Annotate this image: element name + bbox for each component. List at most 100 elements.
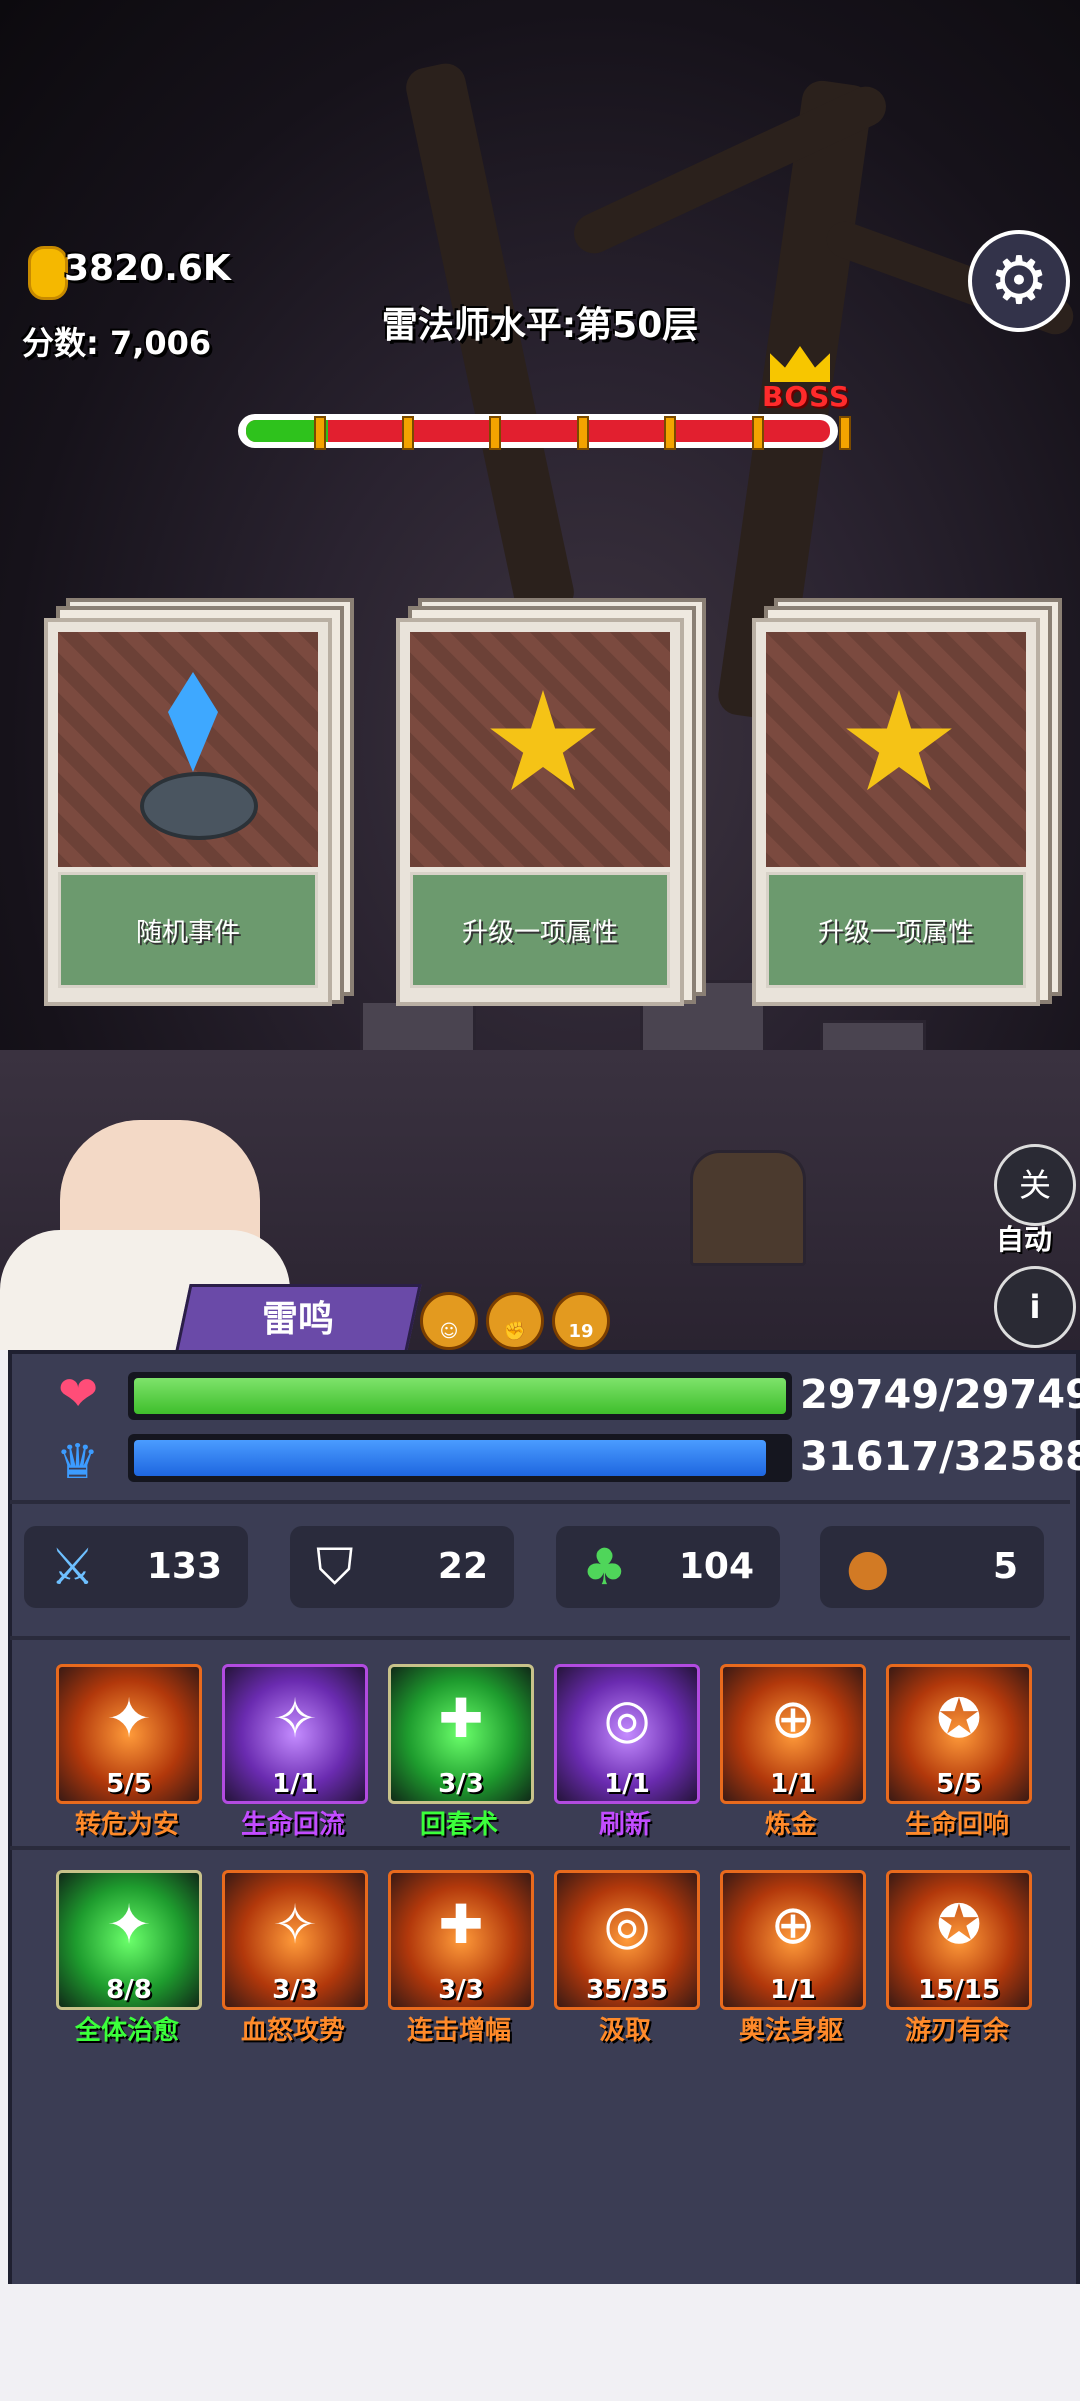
hero-name: 雷鸣 [261,1299,334,1340]
treasure-chest [690,1150,806,1266]
skill-name: 全体治愈 [74,2016,179,2046]
settings-gear-icon[interactable]: ⚙ [968,230,1070,332]
choice-card-random-event[interactable]: 随机事件 [44,598,354,1006]
skill-tile[interactable]: ✧ 3/3 [222,1870,368,2010]
progress-segment-marker [576,416,589,450]
skill-count: 3/3 [438,1975,484,2005]
progress-segment-marker [489,416,501,450]
score-label: 分数: [22,324,99,362]
skill-name: 汲取 [598,2016,651,2046]
buff-stack-icon[interactable]: 19 [552,1292,610,1350]
card-art [410,632,670,867]
score: 分数: 7,006 [22,318,211,364]
card-face: 升级一项属性 [752,618,1040,1006]
skill-icon: ✚ [438,1893,484,1956]
skill-name: 生命回响 [904,1810,1009,1840]
skill-icon: ✦ [106,1687,152,1750]
stat-value: 133 [146,1546,222,1587]
skill-name: 炼金 [764,1810,817,1840]
buff-person-icon[interactable]: ☺ [420,1292,478,1350]
skill-icon: ✚ [438,1687,484,1750]
hero-name-plate: 雷鸣 [174,1284,422,1356]
buff-fist-icon[interactable]: ✊ [486,1292,544,1350]
skill-tile[interactable]: ✪ 5/5 [886,1664,1032,1804]
auto-toggle-button[interactable]: 关 [994,1144,1076,1226]
card-face: 随机事件 [44,618,332,1006]
mana-icon: ♛ [56,1434,100,1490]
star-icon [846,690,952,791]
skill-count: 8/8 [106,1975,152,2005]
skill-count: 1/1 [604,1769,650,1799]
pedestal-icon [140,772,258,840]
level-title: 雷法师水平:第50层 [381,305,699,346]
skill-icon: ◎ [603,1893,651,1956]
skill-tile[interactable]: ✧ 1/1 [222,1664,368,1804]
hp-bar [128,1372,792,1420]
sword-icon: ⚔ [50,1538,95,1596]
heart-icon: ❤ [58,1366,99,1422]
progress-segment-marker [839,416,851,450]
auto-label: 自动 [996,1223,1053,1256]
stat-defense: ⛉ 22 [290,1526,514,1608]
skill-tile[interactable]: ⊕ 1/1 [720,1664,866,1804]
stat-value: 22 [437,1546,488,1587]
skill-tile[interactable]: ✪ 15/15 [886,1870,1032,2010]
skill-tile[interactable]: ✦ 8/8 [56,1870,202,2010]
progress-track [246,420,830,442]
card-art [766,632,1026,867]
skill-count: 1/1 [770,1975,816,2005]
skill-icon: ✦ [106,1893,152,1956]
skill-count: 5/5 [106,1769,152,1799]
card-label: 升级一项属性 [410,872,670,988]
skill-icon: ⊕ [770,1893,816,1956]
progress-segment-marker [751,416,764,450]
progress-segment-marker [314,416,326,450]
skill-tile[interactable]: ⊕ 1/1 [720,1870,866,2010]
panel-divider [10,1500,1070,1504]
crystal-icon [168,672,218,772]
score-value: 7,006 [109,324,212,362]
mp-bar [128,1434,792,1482]
stat-attack: ⚔ 133 [24,1526,248,1608]
skill-icon: ✪ [936,1687,982,1750]
mp-value: 31617/32588 [800,1434,1080,1480]
card-art [58,632,318,867]
skill-count: 1/1 [272,1769,318,1799]
skill-tile[interactable]: ◎ 35/35 [554,1870,700,2010]
skill-name: 血怒攻势 [240,2016,345,2046]
skill-icon: ◎ [603,1687,651,1750]
card-label: 升级一项属性 [766,872,1026,988]
skill-tile[interactable]: ✚ 3/3 [388,1664,534,1804]
skill-count: 5/5 [936,1769,982,1799]
gold-amount: 3820.6K [64,248,231,289]
skill-name: 生命回流 [240,1810,345,1840]
skill-count: 3/3 [438,1769,484,1799]
choice-card-upgrade-attribute[interactable]: 升级一项属性 [396,598,706,1006]
skill-name: 回春术 [419,1810,498,1840]
skill-icon: ✪ [936,1893,982,1956]
panel-divider [10,1846,1070,1850]
progress-segment-marker [401,416,414,450]
skill-name: 游刃有余 [904,2016,1009,2046]
skill-tile[interactable]: ✦ 5/5 [56,1664,202,1804]
panel-divider [10,1636,1070,1640]
bag-icon: ● [846,1538,890,1596]
skill-name: 奥法身躯 [738,2016,843,2046]
skill-count: 35/35 [586,1975,668,2005]
skill-tile[interactable]: ✚ 3/3 [388,1870,534,2010]
info-icon[interactable]: i [994,1266,1076,1348]
choice-card-upgrade-attribute[interactable]: 升级一项属性 [752,598,1062,1006]
skill-icon: ✧ [272,1687,318,1750]
skill-count: 15/15 [918,1975,1000,2005]
skill-tile[interactable]: ◎ 1/1 [554,1664,700,1804]
star-icon [490,690,596,791]
hp-fill [134,1378,786,1414]
buff-count: 19 [568,1321,594,1342]
skill-count: 1/1 [770,1769,816,1799]
coin-icon [28,246,68,300]
boss-label: BOSS [762,380,851,413]
skill-icon: ✧ [272,1893,318,1956]
skill-name: 刷新 [598,1810,651,1840]
skill-name: 转危为安 [74,1810,179,1840]
stat-bag: ● 5 [820,1526,1044,1608]
